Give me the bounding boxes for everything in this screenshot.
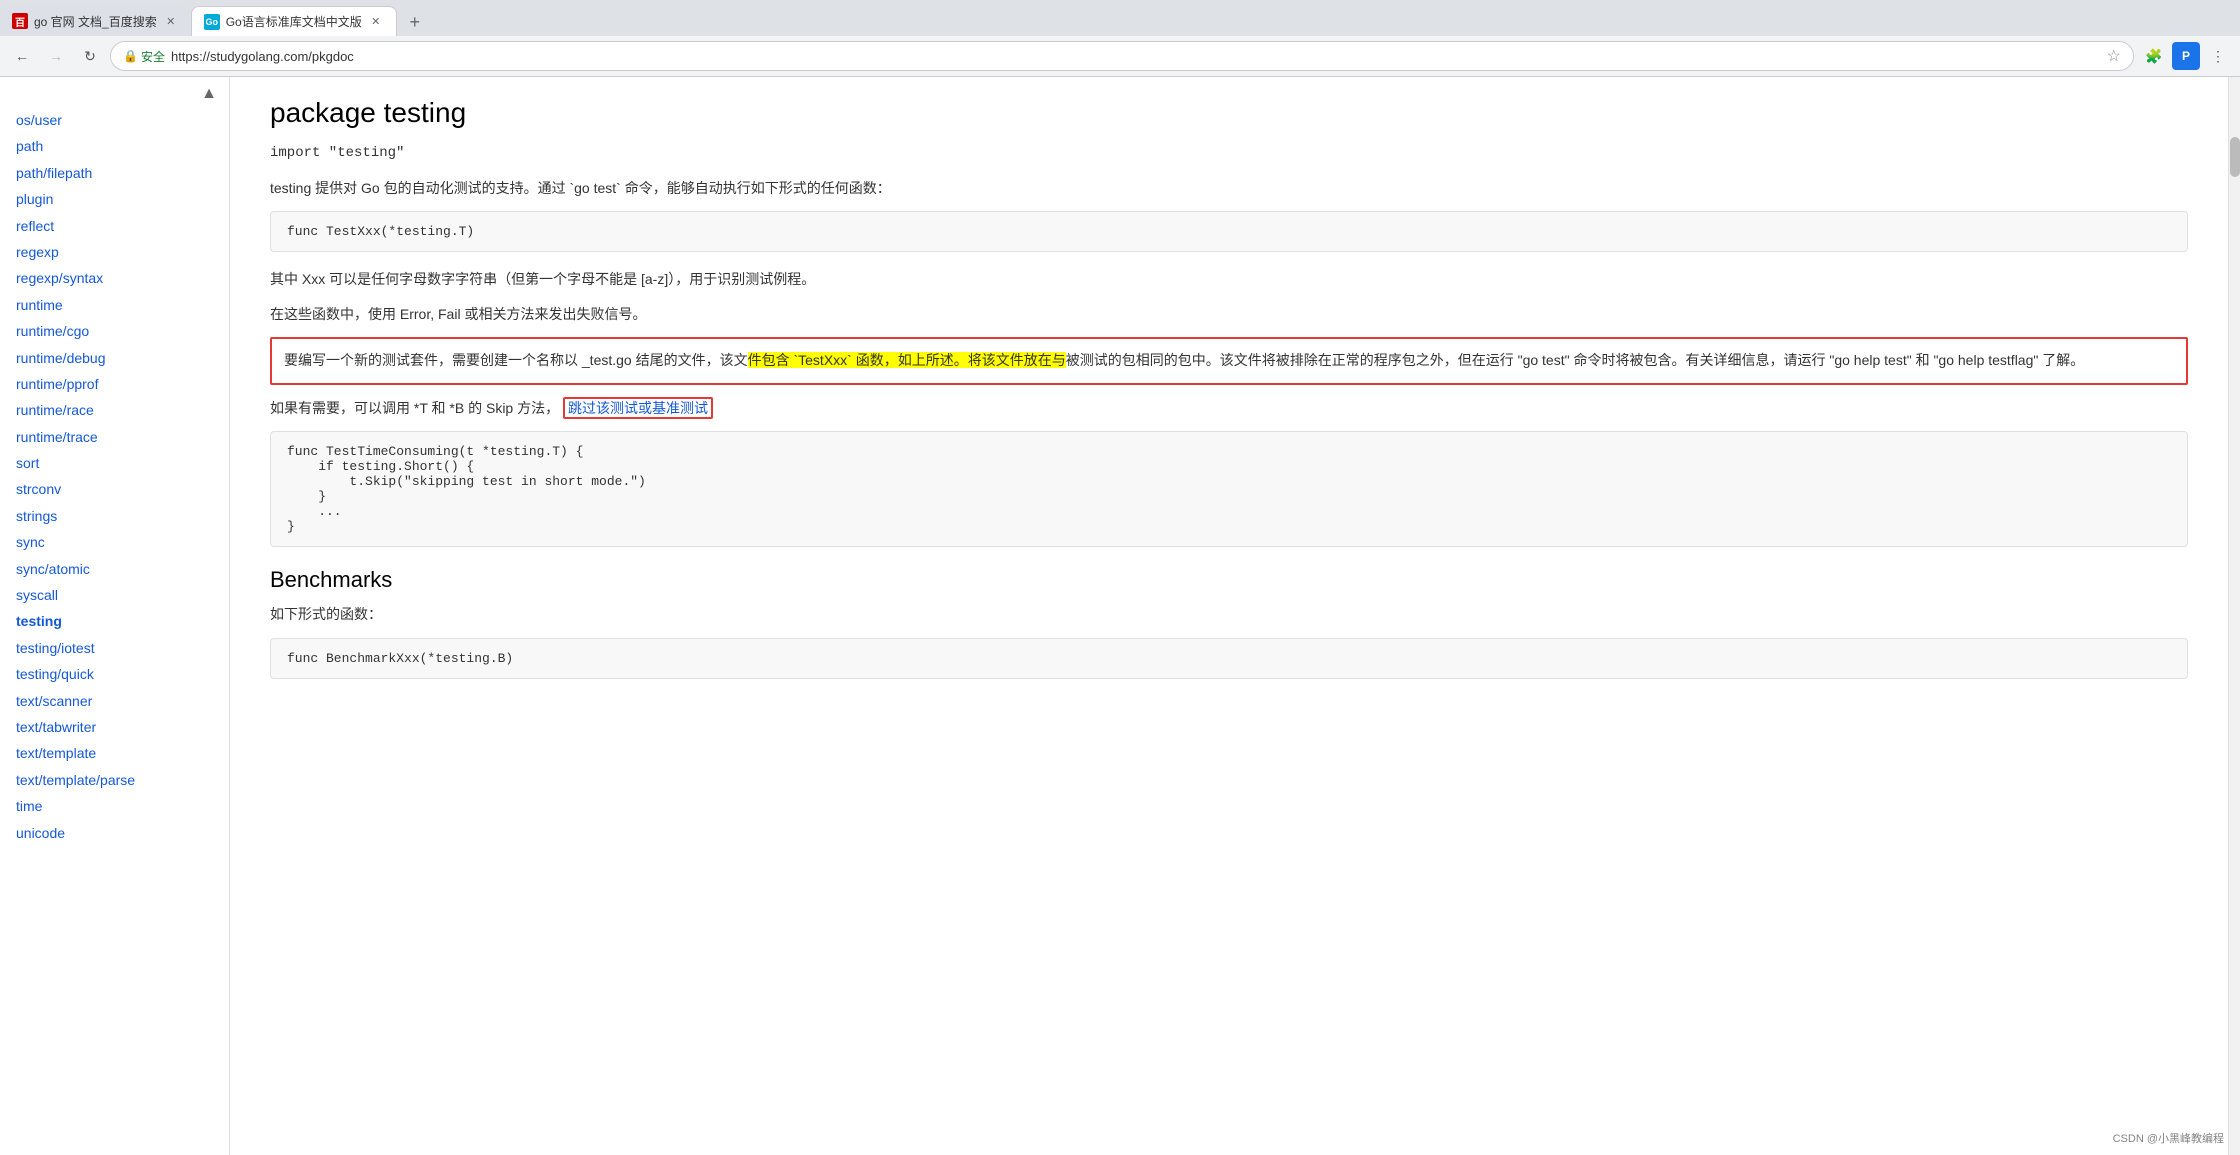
sidebar-item-regexp[interactable]: regexp: [0, 239, 229, 265]
tab1-label: go 官网 文档_百度搜索: [34, 13, 157, 30]
extensions-button[interactable]: 🧩: [2140, 42, 2168, 70]
page-title: package testing: [270, 97, 2188, 129]
sidebar-item-runtime-pprof[interactable]: runtime/pprof: [0, 371, 229, 397]
tab1-close-button[interactable]: ✕: [163, 13, 179, 29]
sidebar-item-text-template-parse[interactable]: text/template/parse: [0, 767, 229, 793]
sidebar-item-runtime-race[interactable]: runtime/race: [0, 397, 229, 423]
main-layout: ▲ os/user path path/filepath plugin refl…: [0, 77, 2240, 1155]
benchmarks-title: Benchmarks: [270, 567, 2188, 593]
sidebar-item-sync-atomic[interactable]: sync/atomic: [0, 556, 229, 582]
sidebar-item-testing[interactable]: testing: [0, 608, 229, 634]
browser-chrome: 百 go 官网 文档_百度搜索 ✕ Go Go语言标准库文档中文版 ✕ + ← …: [0, 0, 2240, 77]
highlight-yellow: 件包含 `TestXxx` 函数，如上所述。将该文件放在与: [748, 352, 1066, 368]
browser-actions: 🧩 P ⋮: [2140, 42, 2232, 70]
menu-button[interactable]: ⋮: [2204, 42, 2232, 70]
back-button[interactable]: ←: [8, 42, 36, 70]
sidebar-item-time[interactable]: time: [0, 793, 229, 819]
code-block-2: func TestTimeConsuming(t *testing.T) { i…: [270, 431, 2188, 547]
sidebar-item-path[interactable]: path: [0, 133, 229, 159]
benchmarks-description: 如下形式的函数：: [270, 603, 2188, 625]
highlighted-text1: 要编写一个新的测试套件，需要创建一个名称以 _test.go 结尾的文件，该文件…: [284, 352, 2084, 368]
description4: 如果有需要，可以调用 *T 和 *B 的 Skip 方法， 跳过该测试或基准测试: [270, 397, 2188, 419]
sidebar: ▲ os/user path path/filepath plugin refl…: [0, 77, 230, 1155]
reload-button[interactable]: ↻: [76, 42, 104, 70]
description2: 其中 Xxx 可以是任何字母数字字符串（但第一个字母不能是 [a-z]），用于识…: [270, 268, 2188, 290]
sidebar-item-path-filepath[interactable]: path/filepath: [0, 160, 229, 186]
tab2-favicon: Go: [204, 14, 220, 30]
new-tab-button[interactable]: +: [401, 8, 429, 36]
code-block-1: func TestXxx(*testing.T): [270, 211, 2188, 252]
sidebar-item-sync[interactable]: sync: [0, 529, 229, 555]
secure-label: 安全: [141, 48, 165, 65]
skip-test-link[interactable]: 跳过该测试或基准测试: [563, 397, 713, 419]
content-area: package testing import "testing" testing…: [230, 77, 2228, 1155]
sidebar-item-text-scanner[interactable]: text/scanner: [0, 688, 229, 714]
right-scrollbar[interactable]: [2228, 77, 2240, 1155]
sidebar-item-text-tabwriter[interactable]: text/tabwriter: [0, 714, 229, 740]
up-arrow-icon[interactable]: ▲: [201, 85, 217, 103]
sidebar-item-plugin[interactable]: plugin: [0, 186, 229, 212]
sidebar-item-unicode[interactable]: unicode: [0, 820, 229, 846]
tab2-label: Go语言标准库文档中文版: [226, 13, 362, 30]
forward-button[interactable]: →: [42, 42, 70, 70]
tab-bar: 百 go 官网 文档_百度搜索 ✕ Go Go语言标准库文档中文版 ✕ +: [0, 0, 2240, 36]
sidebar-item-regexp-syntax[interactable]: regexp/syntax: [0, 265, 229, 291]
tab1-favicon: 百: [12, 13, 28, 29]
sidebar-item-strconv[interactable]: strconv: [0, 476, 229, 502]
import-line: import "testing": [270, 145, 2188, 161]
tab2-close-button[interactable]: ✕: [368, 14, 384, 30]
bookmark-star-icon[interactable]: ☆: [2107, 46, 2121, 66]
sidebar-item-testing-quick[interactable]: testing/quick: [0, 661, 229, 687]
sidebar-item-os-user[interactable]: os/user: [0, 107, 229, 133]
code-block-3: func BenchmarkXxx(*testing.B): [270, 638, 2188, 679]
address-bar: ← → ↻ 🔒 安全 https://studygolang.com/pkgdo…: [0, 36, 2240, 76]
sidebar-item-runtime[interactable]: runtime: [0, 292, 229, 318]
watermark: CSDN @小黑峰教编程: [2113, 1130, 2224, 1146]
sidebar-scroll-up[interactable]: ▲: [0, 85, 229, 107]
sidebar-item-runtime-cgo[interactable]: runtime/cgo: [0, 318, 229, 344]
description4-before: 如果有需要，可以调用 *T 和 *B 的 Skip 方法，: [270, 400, 559, 416]
sidebar-item-sort[interactable]: sort: [0, 450, 229, 476]
description3: 在这些函数中，使用 Error, Fail 或相关方法来发出失败信号。: [270, 303, 2188, 325]
tab-2[interactable]: Go Go语言标准库文档中文版 ✕: [191, 6, 397, 36]
sidebar-item-strings[interactable]: strings: [0, 503, 229, 529]
scrollbar-thumb[interactable]: [2230, 137, 2240, 177]
sidebar-item-syscall[interactable]: syscall: [0, 582, 229, 608]
tab-1[interactable]: 百 go 官网 文档_百度搜索 ✕: [0, 6, 191, 36]
security-indicator: 🔒 安全: [123, 48, 165, 65]
sidebar-item-text-template[interactable]: text/template: [0, 740, 229, 766]
url-text: https://studygolang.com/pkgdoc: [171, 49, 2097, 64]
profile-button[interactable]: P: [2172, 42, 2200, 70]
url-bar[interactable]: 🔒 安全 https://studygolang.com/pkgdoc ☆: [110, 41, 2134, 71]
description1: testing 提供对 Go 包的自动化测试的支持。通过 `go test` 命…: [270, 177, 2188, 199]
lock-icon: 🔒: [123, 49, 138, 63]
sidebar-item-runtime-debug[interactable]: runtime/debug: [0, 345, 229, 371]
sidebar-item-testing-iotest[interactable]: testing/iotest: [0, 635, 229, 661]
sidebar-item-runtime-trace[interactable]: runtime/trace: [0, 424, 229, 450]
sidebar-item-reflect[interactable]: reflect: [0, 213, 229, 239]
highlighted-box: 要编写一个新的测试套件，需要创建一个名称以 _test.go 结尾的文件，该文件…: [270, 337, 2188, 385]
